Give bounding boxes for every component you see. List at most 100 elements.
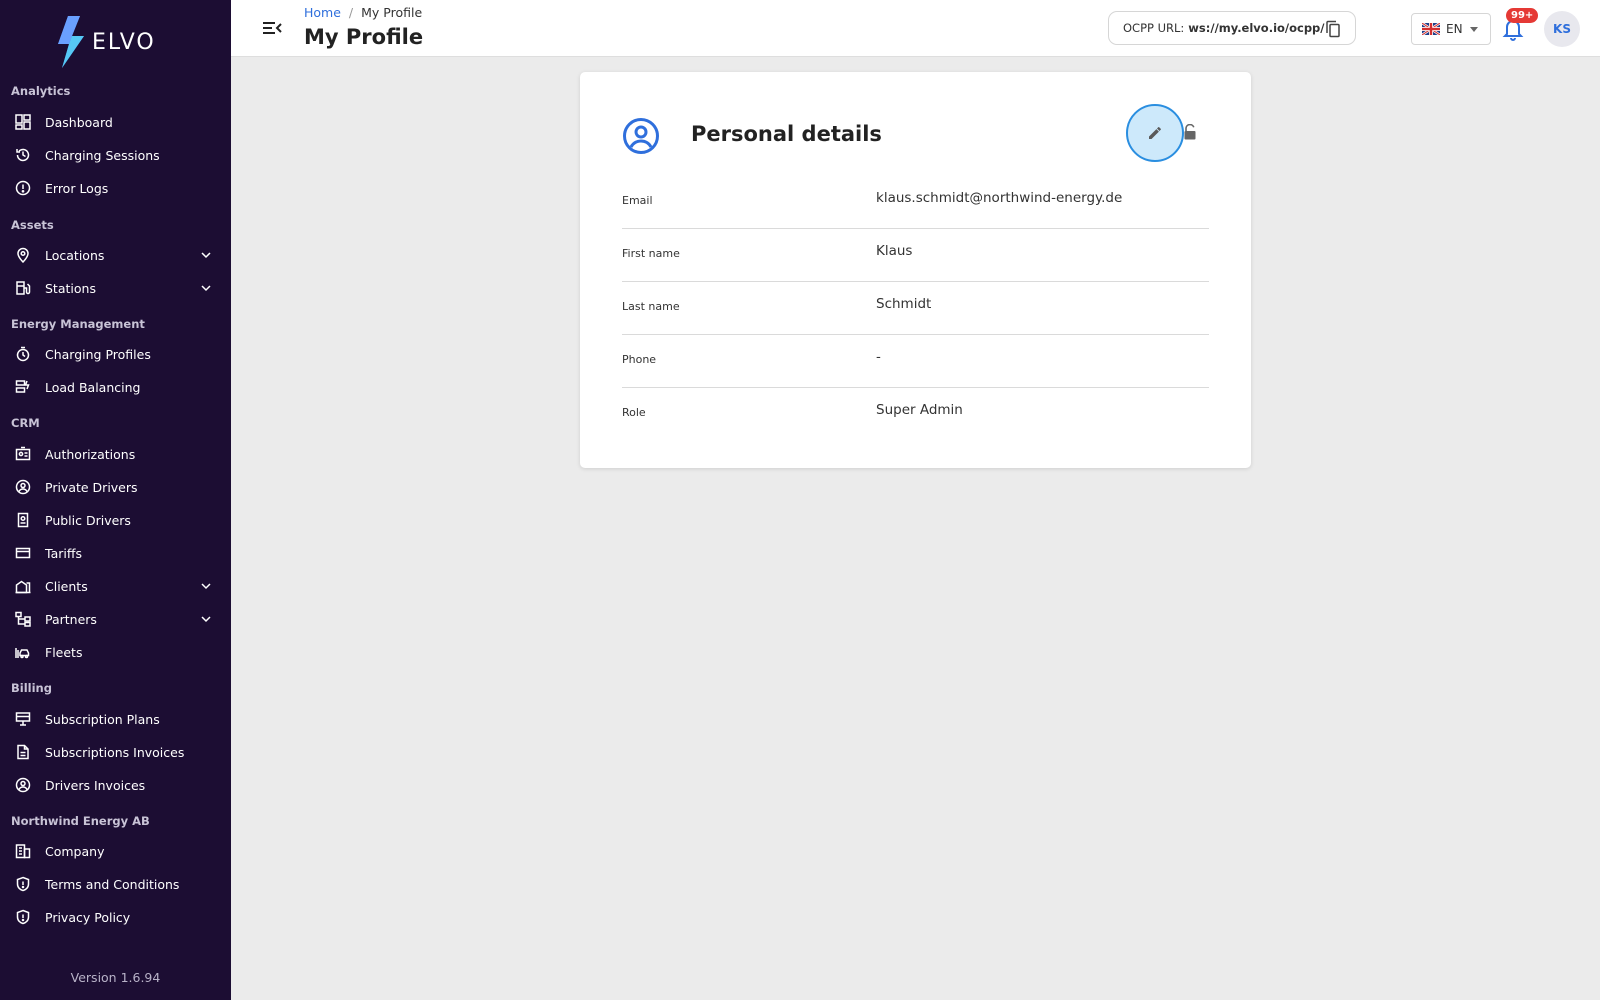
menu-collapse-icon[interactable]	[261, 18, 283, 38]
chevron-down-icon[interactable]	[199, 579, 213, 593]
field-label: Phone	[622, 353, 657, 366]
profile-row-first-name: First name Klaus	[622, 229, 1209, 282]
car-icon	[14, 643, 32, 661]
building-icon	[14, 577, 32, 595]
sidebar-item-error-logs[interactable]: Error Logs	[0, 174, 231, 202]
sidebar-item-partners[interactable]: Partners	[0, 605, 231, 633]
user-circle-icon	[14, 478, 32, 496]
field-value: Schmidt	[876, 296, 932, 312]
sidebar: ELVO Analytics Dashboard Charging Sessio…	[0, 0, 231, 1000]
field-label: Email	[622, 194, 653, 207]
monitor-icon	[14, 710, 32, 728]
uk-flag-icon	[1422, 23, 1440, 35]
section-title-billing: Billing	[11, 681, 52, 695]
chevron-down-icon[interactable]	[199, 281, 213, 295]
sidebar-item-label: Dashboard	[45, 114, 113, 130]
id-card-icon	[14, 445, 32, 463]
field-value: -	[876, 349, 881, 365]
sidebar-item-dashboard[interactable]: Dashboard	[0, 108, 231, 136]
shield-icon	[14, 908, 32, 926]
breadcrumb-separator: /	[348, 5, 354, 20]
section-title-energy-management: Energy Management	[11, 317, 145, 331]
breadcrumb-current: My Profile	[361, 5, 423, 20]
sidebar-item-public-drivers[interactable]: Public Drivers	[0, 506, 231, 534]
ocpp-url-value: ws://my.elvo.io/ocpp/	[1188, 21, 1325, 35]
sidebar-item-label: Subscription Plans	[45, 711, 160, 727]
logo-bolt-icon	[58, 16, 84, 68]
avatar[interactable]: KS	[1544, 11, 1580, 47]
lock-icon[interactable]	[1183, 124, 1197, 140]
sidebar-item-label: Locations	[45, 247, 105, 263]
personal-details-card: Personal details Email klaus.schmidt@nor…	[580, 72, 1251, 468]
edit-button[interactable]	[1126, 104, 1184, 162]
timer-icon	[14, 345, 32, 363]
sidebar-item-drivers-invoices[interactable]: Drivers Invoices	[0, 771, 231, 799]
profile-row-role: Role Super Admin	[622, 388, 1209, 441]
breadcrumb: Home / My Profile	[304, 5, 422, 20]
field-value: klaus.schmidt@northwind-energy.de	[876, 190, 1123, 206]
field-label: Role	[622, 406, 646, 419]
logo-text: ELVO	[92, 29, 156, 55]
sidebar-item-label: Authorizations	[45, 446, 136, 462]
app-version: Version 1.6.94	[70, 970, 161, 985]
chevron-down-icon[interactable]	[199, 248, 213, 262]
sidebar-item-label: Clients	[45, 578, 88, 594]
profile-row-phone: Phone -	[622, 335, 1209, 388]
logo[interactable]: ELVO	[56, 16, 156, 68]
notification-badge: 99+	[1506, 8, 1539, 23]
ev-station-icon	[14, 279, 32, 297]
section-title-crm: CRM	[11, 416, 40, 430]
sidebar-item-terms-and-conditions[interactable]: Terms and Conditions	[0, 870, 231, 898]
section-title-assets: Assets	[11, 218, 54, 232]
sidebar-item-label: Charging Profiles	[45, 346, 151, 362]
user-circle-icon	[623, 118, 659, 154]
section-title-company: Northwind Energy AB	[11, 814, 150, 828]
sidebar-item-label: Privacy Policy	[45, 909, 131, 925]
sidebar-item-company[interactable]: Company	[0, 837, 231, 865]
profile-row-email: Email klaus.schmidt@northwind-energy.de	[622, 176, 1209, 229]
sidebar-item-private-drivers[interactable]: Private Drivers	[0, 473, 231, 501]
sidebar-item-subscription-plans[interactable]: Subscription Plans	[0, 705, 231, 733]
load-balance-icon	[14, 378, 32, 396]
alert-circle-icon	[14, 179, 32, 197]
section-title-analytics: Analytics	[11, 84, 71, 98]
sidebar-item-charging-profiles[interactable]: Charging Profiles	[0, 340, 231, 368]
sidebar-item-tariffs[interactable]: Tariffs	[0, 539, 231, 567]
sidebar-item-label: Partners	[45, 611, 97, 627]
badge-icon	[14, 511, 32, 529]
sidebar-item-label: Stations	[45, 280, 96, 296]
sidebar-item-label: Charging Sessions	[45, 147, 160, 163]
user-circle-icon	[14, 776, 32, 794]
sidebar-item-label: Private Drivers	[45, 479, 138, 495]
language-value: EN	[1446, 22, 1463, 36]
sidebar-item-privacy-policy[interactable]: Privacy Policy	[0, 903, 231, 931]
sidebar-item-label: Subscriptions Invoices	[45, 744, 185, 760]
history-icon	[14, 146, 32, 164]
copy-icon[interactable]	[1325, 20, 1341, 38]
document-icon	[14, 743, 32, 761]
caret-down-icon	[1470, 27, 1478, 32]
sidebar-item-label: Error Logs	[45, 180, 109, 196]
card-title: Personal details	[691, 122, 882, 146]
sidebar-item-stations[interactable]: Stations	[0, 274, 231, 302]
sidebar-item-clients[interactable]: Clients	[0, 572, 231, 600]
sidebar-item-label: Fleets	[45, 644, 83, 660]
credit-card-icon	[14, 544, 32, 562]
sidebar-item-charging-sessions[interactable]: Charging Sessions	[0, 141, 231, 169]
shield-icon	[14, 875, 32, 893]
breadcrumb-home-link[interactable]: Home	[304, 5, 341, 20]
sidebar-item-load-balancing[interactable]: Load Balancing	[0, 373, 231, 401]
field-value: Super Admin	[876, 402, 963, 418]
sidebar-item-locations[interactable]: Locations	[0, 241, 231, 269]
sidebar-item-label: Company	[45, 843, 105, 859]
sidebar-item-fleets[interactable]: Fleets	[0, 638, 231, 666]
field-label: Last name	[622, 300, 680, 313]
sidebar-item-authorizations[interactable]: Authorizations	[0, 440, 231, 468]
sidebar-item-subscriptions-invoices[interactable]: Subscriptions Invoices	[0, 738, 231, 766]
chevron-down-icon[interactable]	[199, 612, 213, 626]
sidebar-item-label: Public Drivers	[45, 512, 131, 528]
pencil-icon	[1149, 127, 1161, 139]
location-pin-icon	[14, 246, 32, 264]
language-select[interactable]: EN	[1411, 13, 1491, 45]
profile-row-last-name: Last name Schmidt	[622, 282, 1209, 335]
